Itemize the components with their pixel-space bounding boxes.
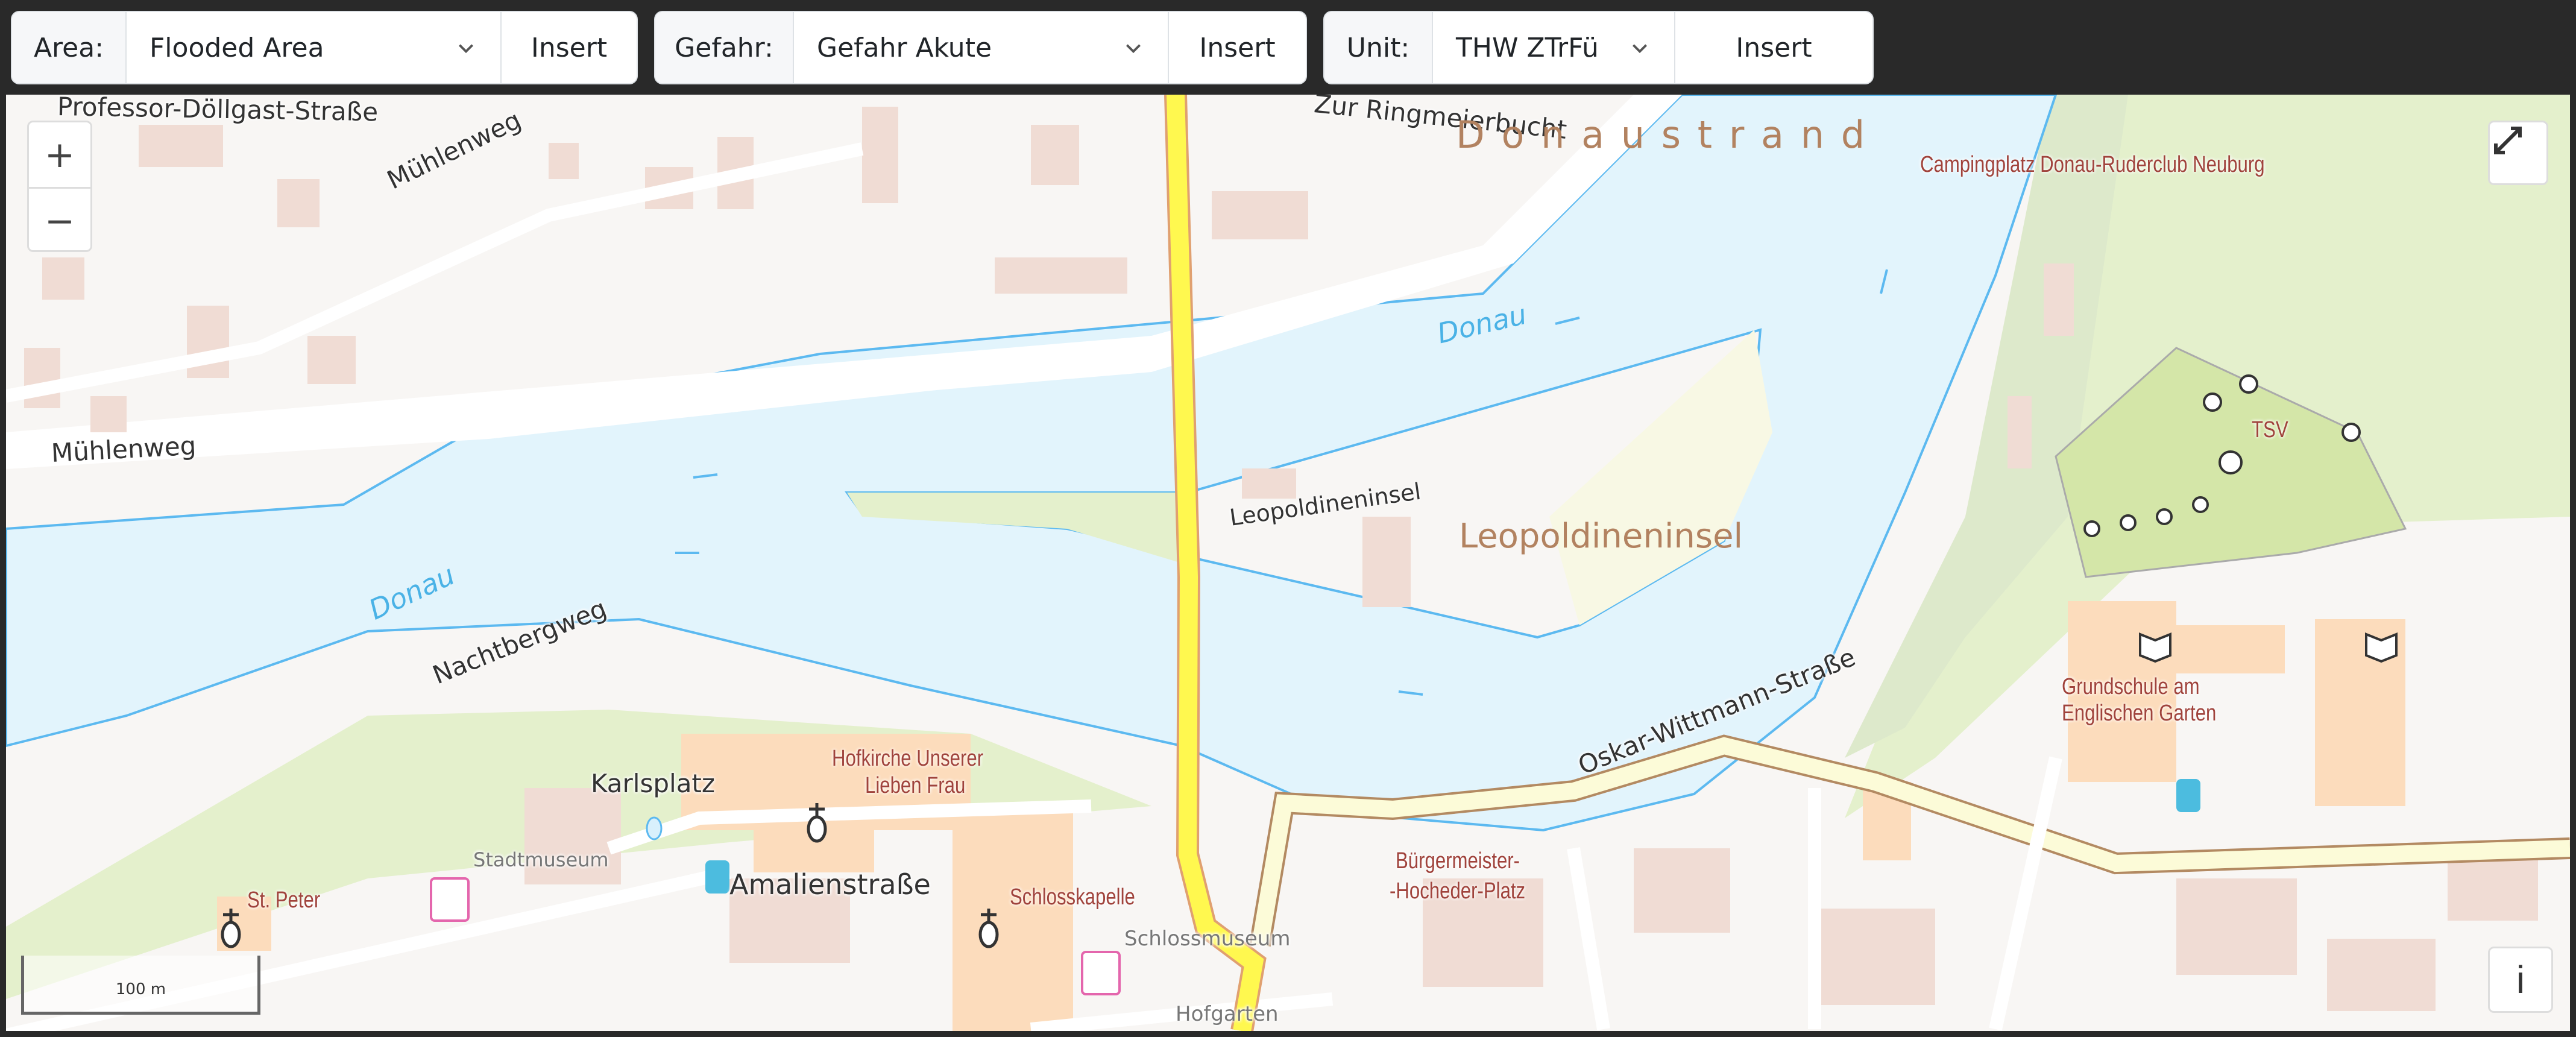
poi-label-hofkirche-line1: Hofkirche Unserer bbox=[832, 746, 984, 771]
fullscreen-icon bbox=[2494, 127, 2522, 154]
area-label-leopoldineninsel: Leopoldineninsel bbox=[1459, 517, 1743, 556]
fountain-icon bbox=[646, 816, 663, 840]
area-input-group: Area: Flooded Area Insert bbox=[11, 11, 638, 84]
chevron-down-icon bbox=[1126, 44, 1141, 54]
unit-insert-button[interactable]: Insert bbox=[1675, 12, 1872, 83]
square-label-karlsplatz: Karlsplatz bbox=[591, 769, 715, 798]
zoom-in-button[interactable]: + bbox=[29, 122, 90, 189]
gefahr-select-value: Gefahr Akute bbox=[817, 32, 992, 63]
zoom-out-button[interactable]: − bbox=[29, 189, 90, 253]
gefahr-input-group: Gefahr: Gefahr Akute Insert bbox=[654, 11, 1307, 84]
map-tiles bbox=[6, 95, 2570, 1031]
area-label: Area: bbox=[12, 12, 127, 83]
map-canvas[interactable]: Professor-Döllgast-Straße Mühlenweg Mühl… bbox=[6, 95, 2570, 1031]
poi-label-campingplatz: Campingplatz Donau-Ruderclub Neuburg bbox=[1920, 152, 2265, 177]
gefahr-insert-button[interactable]: Insert bbox=[1169, 12, 1306, 83]
area-insert-button[interactable]: Insert bbox=[502, 12, 637, 83]
gefahr-select[interactable]: Gefahr Akute bbox=[794, 12, 1169, 83]
area-select[interactable]: Flooded Area bbox=[127, 12, 502, 83]
street-label-amalienstrasse: Amalienstraße bbox=[729, 868, 931, 901]
zoom-control: + − bbox=[27, 121, 92, 252]
poi-label-stadtmuseum: Stadtmuseum bbox=[473, 848, 609, 871]
street-label-professor-doellgast: Professor-Döllgast-Straße bbox=[57, 95, 379, 127]
unit-input-group: Unit: THW ZTrFü Insert bbox=[1323, 11, 1874, 84]
poi-label-st-peter: St. Peter bbox=[247, 887, 321, 913]
area-select-value: Flooded Area bbox=[150, 32, 324, 63]
fullscreen-button[interactable] bbox=[2488, 121, 2548, 185]
poi-label-buergermeister-line1: Bürgermeister- bbox=[1396, 848, 1520, 874]
area-label-donaustrand: D o n a u s t r a n d bbox=[1456, 113, 1868, 157]
poi-label-schlosskapelle: Schlosskapelle bbox=[1010, 884, 1135, 910]
street-label-hofgarten: Hofgarten bbox=[1176, 1002, 1279, 1026]
chevron-down-icon bbox=[459, 44, 473, 54]
unit-label: Unit: bbox=[1324, 12, 1433, 83]
poi-label-tsv: TSV bbox=[2252, 417, 2288, 443]
scale-bar: 100 m bbox=[21, 956, 260, 1015]
toolbar: Area: Flooded Area Insert Gefahr: Gefahr… bbox=[0, 0, 2576, 95]
chevron-down-icon bbox=[1633, 44, 1647, 54]
gefahr-label: Gefahr: bbox=[655, 12, 794, 83]
poi-label-buergermeister-line2: -Hocheder-Platz bbox=[1390, 878, 1526, 904]
poi-label-hofkirche-line2: Lieben Frau bbox=[865, 773, 966, 798]
scale-bar-label: 100 m bbox=[115, 980, 166, 998]
poi-label-grundschule: Grundschule am Englischen Garten bbox=[2062, 674, 2217, 726]
unit-select[interactable]: THW ZTrFü bbox=[1433, 12, 1675, 83]
info-button[interactable]: i bbox=[2488, 947, 2553, 1013]
unit-select-value: THW ZTrFü bbox=[1456, 32, 1599, 63]
poi-label-schlossmuseum: Schlossmuseum bbox=[1124, 927, 1291, 951]
